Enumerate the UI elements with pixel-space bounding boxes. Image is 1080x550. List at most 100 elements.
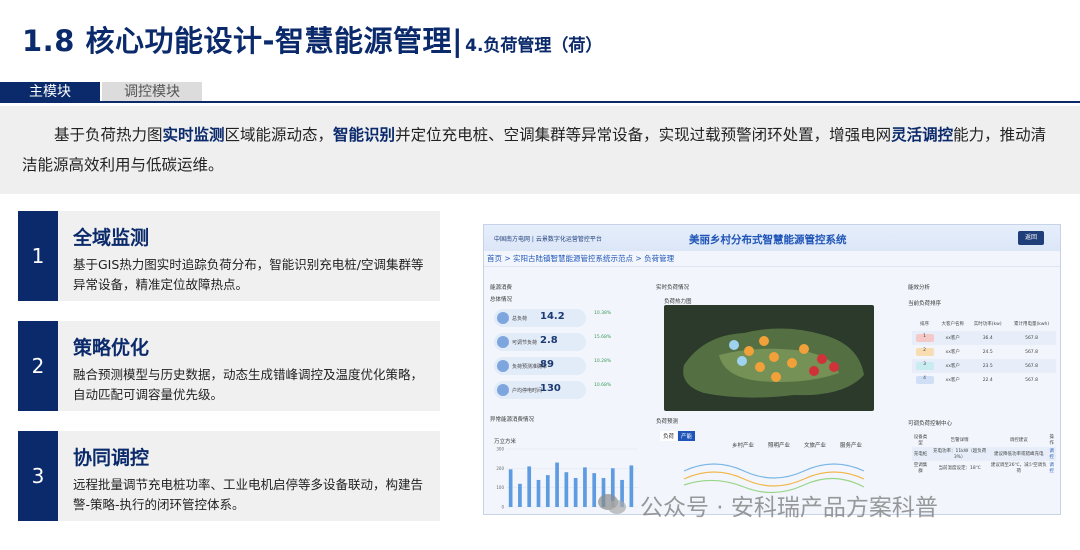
control-link[interactable]: 调控 <box>1047 461 1056 475</box>
heat-point[interactable] <box>799 344 809 354</box>
tab-main-module[interactable]: 主模块 <box>0 82 100 102</box>
chart-unit: 万立方米 <box>494 439 517 445</box>
table-cell: 建议降低功率或错峰充电 <box>994 452 1044 457</box>
realtime-load-panel: 实时负荷情况 负荷热力图 负荷预测 负荷 产能 乡村产业 照明产业 文旅产业 服… <box>652 279 892 514</box>
table-header: 调控建议 <box>1009 438 1028 443</box>
tab-control-module[interactable]: 调控模块 <box>102 82 202 102</box>
table-cell: xx客户 <box>945 350 960 355</box>
table-header: 排序 <box>920 322 930 327</box>
legend-item: 文旅产业 <box>804 443 827 449</box>
heat-point[interactable] <box>809 366 819 376</box>
kpi-delta: 10.38% <box>594 311 612 316</box>
rank-badge: 3 <box>915 362 934 370</box>
table-row[interactable]: 充电桩 充电功率：11kW（超负荷3%） 建议降低功率或错峰充电 调控 <box>912 447 1056 461</box>
table-cell: xx客户 <box>945 364 960 369</box>
table-cell: 建议调至26℃，减少空调负荷 <box>990 463 1047 474</box>
control-center-title: 可调负荷控制中心 <box>908 421 953 427</box>
forecast-tab-load[interactable]: 负荷 <box>660 431 678 441</box>
heat-point[interactable] <box>787 358 797 368</box>
kpi-forecast-accuracy: 负荷预测准确率 89 10.28% <box>494 357 611 375</box>
title-main: 1.8 核心功能设计-智慧能源管理| <box>22 24 464 58</box>
feature-card-strategy: 2 策略优化 融合预测模型与历史数据，动态生成错峰调控及温度优化策略，自动匹配可… <box>18 321 440 411</box>
watermark: 公众号 · 安科瑞产品方案科普 <box>640 495 938 521</box>
chart-bar <box>573 478 578 507</box>
card-description: 远程批量调节充电桩功率、工业电机启停等多设备联动，构建告警-策略-执行的闭环管控… <box>73 477 424 512</box>
kpi-adjustable-load: 可调节负荷 2.8 15.68% <box>494 333 611 351</box>
forecast-title: 负荷预测 <box>656 419 679 425</box>
forecast-series-line <box>683 463 865 479</box>
rank-badge: 2 <box>915 348 934 356</box>
legend-item: 照明产业 <box>768 443 791 449</box>
card-number: 3 <box>18 431 58 521</box>
kpi-delta: 10.28% <box>594 359 612 364</box>
chart-bar <box>518 483 522 507</box>
wechat-icon <box>598 494 626 514</box>
kpi-total-load: 总负荷 14.2 10.38% <box>494 309 611 327</box>
heat-point[interactable] <box>755 362 765 372</box>
dashboard-header: 中国南方电网 | 云景数字化运营管控平台 美丽乡村分布式智慧能源管控系统 返回 <box>484 225 1060 251</box>
rank-badge: 1 <box>915 334 934 342</box>
dashboard-logo: 中国南方电网 | 云景数字化运营管控平台 <box>494 235 602 243</box>
table-header: 操作 <box>1049 435 1054 446</box>
table-row[interactable]: 4 xx客户 22.4 567.8 <box>912 373 1056 387</box>
map-title: 负荷热力图 <box>664 299 692 305</box>
table-cell: 充电桩 <box>913 452 928 457</box>
chart-bar <box>629 465 634 507</box>
kpi-delta: 10.68% <box>594 383 612 388</box>
table-cell: 空调集群 <box>913 463 928 474</box>
table-header: 大客户名称 <box>941 322 964 327</box>
table-cell: 567.8 <box>1025 363 1038 369</box>
panel-title: 实时负荷情况 <box>656 285 690 291</box>
table-row[interactable]: 1 xx客户 36.4 567.8 <box>912 331 1056 345</box>
table-cell: 24.5 <box>982 349 993 355</box>
card-number: 1 <box>18 211 58 301</box>
control-link[interactable]: 调控 <box>1047 447 1056 461</box>
kpi-label: 户均停电时间 <box>512 388 543 394</box>
chart-tick-label: 100 <box>496 485 504 490</box>
card-description: 基于GIS热力图实时追踪负荷分布，智能识别充电桩/空调集群等异常设备，精准定位故… <box>73 257 424 292</box>
chart-tick-label: 200 <box>496 466 504 471</box>
load-heat-map[interactable] <box>664 305 874 411</box>
page-title: 1.8 核心功能设计-智慧能源管理| 4.负荷管理（荷） <box>22 18 602 60</box>
heat-point[interactable] <box>737 356 747 366</box>
heat-point[interactable] <box>769 352 779 362</box>
panel-subtitle: 当前负荷排序 <box>908 301 942 307</box>
load-ranking-table: 排序 大客户名称 实时功率(kw) 累计用电量(kwh) 1 xx客户 36.4 567.8… <box>912 317 1056 387</box>
card-title: 策略优化 <box>73 337 150 359</box>
legend-item: 乡村产业 <box>732 443 755 449</box>
chart-bar <box>545 475 550 507</box>
table-cell: xx客户 <box>945 336 960 341</box>
table-row[interactable]: 3 xx客户 23.5 567.8 <box>912 359 1056 373</box>
table-row[interactable]: 2 xx客户 24.5 567.8 <box>912 345 1056 359</box>
table-row[interactable]: 空调集群 当前温度设定：18℃ 建议调至26℃，减少空调负荷 调控 <box>912 461 1056 475</box>
panel-title: 能源消费 <box>490 285 513 291</box>
kpi-value: 89 <box>540 359 554 370</box>
back-button[interactable]: 返回 <box>1018 231 1044 245</box>
chart-tick-label: 0 <box>501 505 504 510</box>
table-cell: 567.8 <box>1025 377 1038 383</box>
chart-bar <box>583 467 587 507</box>
heat-point[interactable] <box>771 372 781 382</box>
table-cell: xx客户 <box>945 378 960 383</box>
dashboard-screenshot: 中国南方电网 | 云景数字化运营管控平台 美丽乡村分布式智慧能源管控系统 返回 … <box>483 224 1061 515</box>
kpi-label: 总负荷 <box>512 316 528 322</box>
table-cell: 36.4 <box>982 335 993 341</box>
heat-point[interactable] <box>759 336 769 346</box>
intro-paragraph: 基于负荷热力图实时监测区域能源动态，智能识别并定位充电桩、空调集群等异常设备，实… <box>0 106 1080 194</box>
forecast-tab-generation[interactable]: 产能 <box>678 431 696 441</box>
table-header: 实时功率(kw) <box>973 322 1002 327</box>
heat-point[interactable] <box>729 340 739 350</box>
kpi-icon <box>497 312 509 324</box>
kpi-icon <box>497 360 509 372</box>
control-table: 设备类型 告警详情 调控建议 操作 充电桩 充电功率：11kW（超负荷3%） 建议降低功率… <box>912 433 1056 475</box>
heat-point[interactable] <box>817 354 827 364</box>
panel-title: 能效分析 <box>908 285 931 291</box>
card-title: 全域监测 <box>73 227 150 249</box>
heat-point[interactable] <box>829 362 839 372</box>
heat-point[interactable] <box>744 346 754 356</box>
table-header: 设备类型 <box>913 435 928 446</box>
table-header: 累计用电量(kwh) <box>1013 322 1050 327</box>
intro-keyword: 智能识别 <box>333 126 396 144</box>
card-description: 融合预测模型与历史数据，动态生成错峰调控及温度优化策略，自动匹配可调容量优先级。 <box>73 367 424 402</box>
breadcrumb: 首页 > 实阳古陆镇智慧能源管控系统示范点 > 负荷管理 <box>484 251 1060 267</box>
